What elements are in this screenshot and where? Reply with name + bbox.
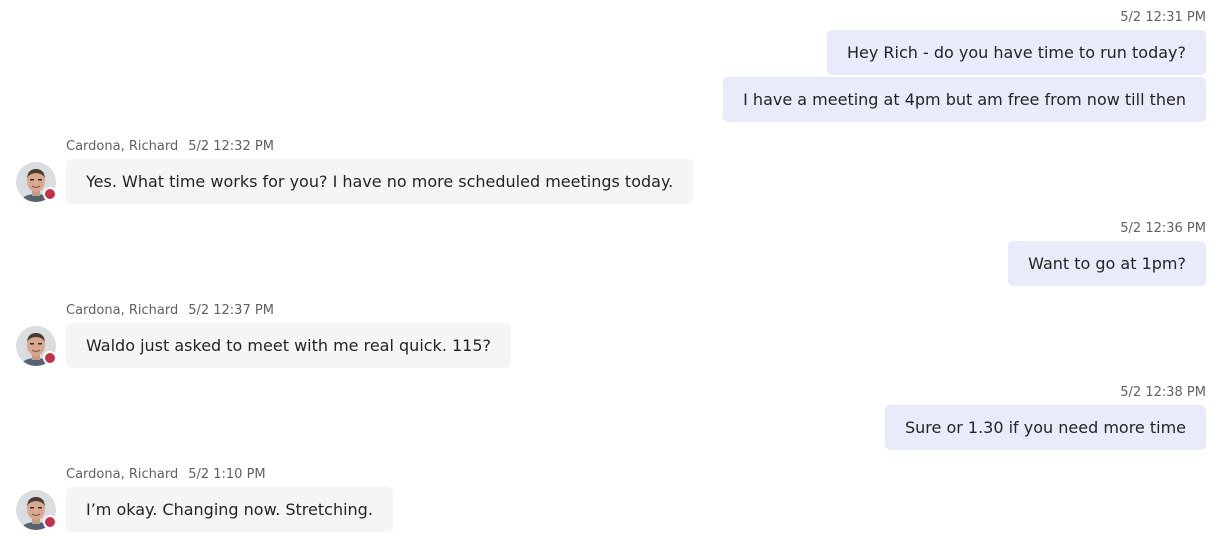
message-timestamp: 5/2 12:38 PM — [1120, 385, 1206, 400]
presence-busy-icon — [43, 351, 57, 365]
presence-busy-icon — [43, 187, 57, 201]
message-header: Cardona, Richard 5/2 12:37 PM — [66, 303, 274, 318]
sender-name[interactable]: Cardona, Richard — [66, 139, 178, 154]
outgoing-message[interactable]: Want to go at 1pm? — [1008, 241, 1206, 286]
message-header: Cardona, Richard 5/2 1:10 PM — [66, 467, 266, 482]
presence-busy-icon — [43, 515, 57, 529]
message-timestamp: 5/2 1:10 PM — [188, 467, 266, 482]
message-timestamp: 5/2 12:32 PM — [188, 139, 274, 154]
incoming-message[interactable]: Waldo just asked to meet with me real qu… — [66, 323, 512, 368]
message-timestamp: 5/2 12:37 PM — [188, 303, 274, 318]
message-timestamp: 5/2 12:31 PM — [1120, 10, 1206, 25]
message-header: Cardona, Richard 5/2 12:32 PM — [66, 139, 274, 154]
sender-name[interactable]: Cardona, Richard — [66, 303, 178, 318]
chat-thread: 5/2 12:31 PM Hey Rich - do you have time… — [0, 0, 1232, 539]
outgoing-message[interactable]: Sure or 1.30 if you need more time — [884, 405, 1206, 450]
incoming-message[interactable]: Yes. What time works for you? I have no … — [66, 159, 694, 204]
sender-name[interactable]: Cardona, Richard — [66, 467, 178, 482]
outgoing-message[interactable]: Hey Rich - do you have time to run today… — [826, 30, 1206, 75]
incoming-message[interactable]: I’m okay. Changing now. Stretching. — [66, 487, 393, 532]
outgoing-message[interactable]: I have a meeting at 4pm but am free from… — [723, 77, 1206, 122]
message-timestamp: 5/2 12:36 PM — [1120, 221, 1206, 236]
